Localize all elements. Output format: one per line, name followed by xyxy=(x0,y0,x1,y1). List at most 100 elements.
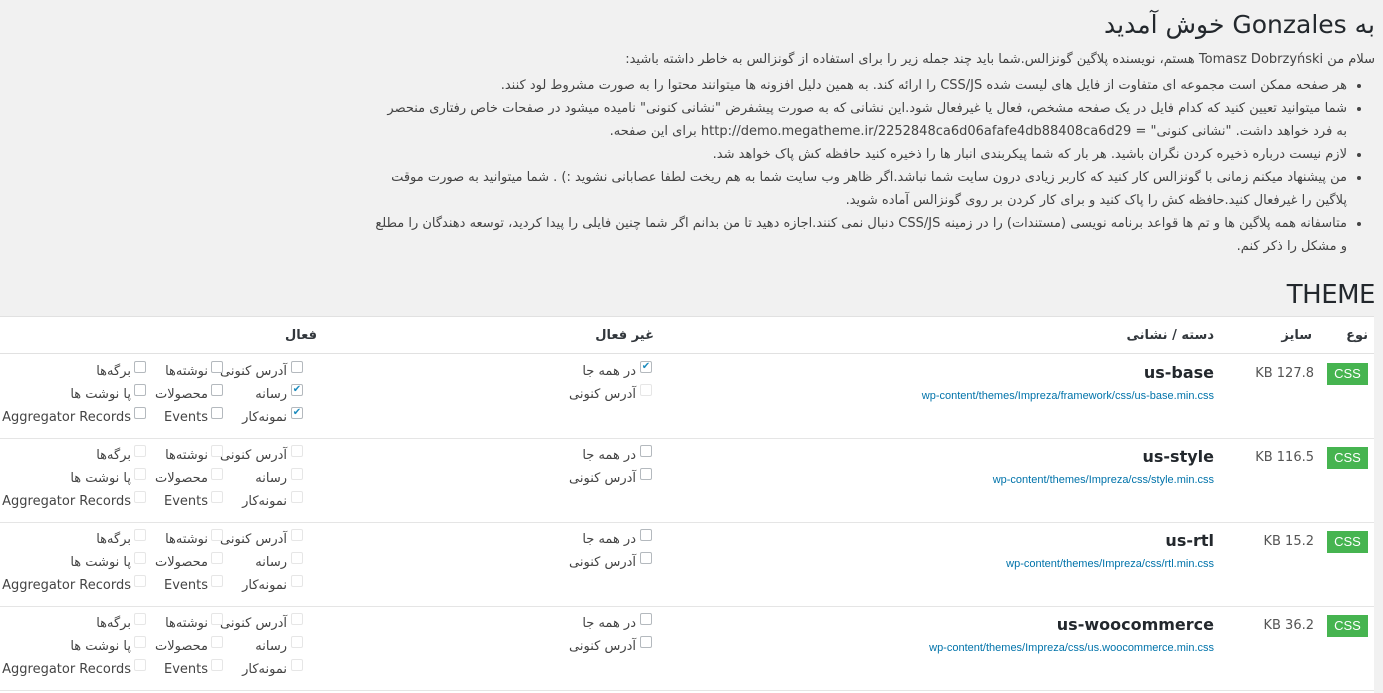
enable-checkbox[interactable] xyxy=(211,468,223,480)
asset-path-link[interactable]: wp-content/themes/Impreza/framework/css/… xyxy=(922,390,1214,402)
enable-option-label: برگه‌ها xyxy=(96,364,131,379)
disable-checkbox[interactable] xyxy=(640,468,652,480)
enable-option-label: رسانه xyxy=(255,471,287,486)
enable-option-label: Events xyxy=(163,410,208,425)
asset-handle: us-style xyxy=(1142,447,1215,466)
enable-option-label: Events xyxy=(163,494,208,509)
disable-checkbox[interactable] xyxy=(640,529,652,541)
table-row: CSS KB 15.2 us-rtl wp-content/themes/Imprez… xyxy=(0,522,1374,607)
intro-panel: به Gonzales خوش آمدید سلام من Tomasz Dob… xyxy=(375,0,1375,258)
enable-checkbox[interactable] xyxy=(211,659,223,671)
enable-option-label: پا نوشت ها xyxy=(70,387,131,402)
disable-option-label: آدرس کنونی xyxy=(569,387,636,402)
enable-checkbox[interactable] xyxy=(291,468,303,480)
disable-checkbox[interactable] xyxy=(640,552,652,564)
header-disabled: غیر فعال xyxy=(595,328,654,343)
enable-checkbox[interactable] xyxy=(134,407,146,419)
enable-option-label: نوشته‌ها xyxy=(165,448,208,463)
enable-option-label: محصولات xyxy=(155,555,208,570)
enable-checkbox[interactable] xyxy=(211,445,223,457)
disable-checkbox[interactable]: ✔ xyxy=(640,361,652,373)
table-row: CSS KB 36.2 us-woocommerce wp-content/theme… xyxy=(0,606,1374,691)
disable-option-label: در همه جا xyxy=(582,364,636,379)
enable-checkbox[interactable] xyxy=(291,636,303,648)
enable-checkbox[interactable] xyxy=(291,552,303,564)
enable-option-label: آدرس کنونی xyxy=(220,616,287,631)
enable-option-label: محصولات xyxy=(155,387,208,402)
enable-checkbox[interactable] xyxy=(211,407,223,419)
intro-bullet: هر صفحه ممکن است مجموعه ای متفاوت از فای… xyxy=(375,74,1347,97)
enable-checkbox[interactable] xyxy=(134,636,146,648)
asset-size: KB 36.2 xyxy=(1263,618,1314,633)
intro-bullet: شما میتوانید تعیین کنید که کدام فایل در … xyxy=(375,97,1347,143)
asset-path-link[interactable]: wp-content/themes/Impreza/css/us.woocomm… xyxy=(929,642,1214,654)
enable-checkbox[interactable] xyxy=(134,575,146,587)
intro-bullet: لازم نیست درباره ذخیره کردن نگران باشید.… xyxy=(375,143,1347,166)
enable-checkbox[interactable]: ✔ xyxy=(291,407,303,419)
enable-option-label: Events xyxy=(163,662,208,677)
enable-checkbox[interactable] xyxy=(291,491,303,503)
page-title: به Gonzales خوش آمدید xyxy=(1104,10,1375,39)
enable-checkbox[interactable] xyxy=(134,529,146,541)
disable-checkbox[interactable] xyxy=(640,636,652,648)
enable-option-label: پا نوشت ها xyxy=(70,471,131,486)
enable-option-label: آدرس کنونی xyxy=(220,448,287,463)
section-title: THEME xyxy=(1286,280,1376,310)
enable-checkbox[interactable] xyxy=(134,491,146,503)
enable-checkbox[interactable] xyxy=(134,468,146,480)
enable-checkbox[interactable] xyxy=(211,636,223,648)
enable-option-label: محصولات xyxy=(155,471,208,486)
enable-checkbox[interactable] xyxy=(291,445,303,457)
enable-checkbox[interactable] xyxy=(134,552,146,564)
enable-checkbox[interactable] xyxy=(211,552,223,564)
enable-checkbox[interactable] xyxy=(211,613,223,625)
enable-checkbox[interactable] xyxy=(134,361,146,373)
enable-checkbox[interactable] xyxy=(211,384,223,396)
table-row: CSS KB 127.8 us-base wp-content/themes/Impr… xyxy=(0,354,1374,439)
enable-option-label: Events xyxy=(163,578,208,593)
enable-option-label: Aggregator Records xyxy=(2,494,131,509)
enable-checkbox[interactable] xyxy=(291,361,303,373)
enable-checkbox[interactable] xyxy=(291,659,303,671)
disable-option-label: آدرس کنونی xyxy=(569,555,636,570)
enable-checkbox[interactable] xyxy=(211,575,223,587)
intro-bullet: من پیشنهاد میکنم زمانی با گونزالس کار کن… xyxy=(375,166,1347,212)
disable-checkbox[interactable] xyxy=(640,445,652,457)
enable-option-label: آدرس کنونی xyxy=(220,532,287,547)
enable-checkbox[interactable] xyxy=(134,659,146,671)
enable-checkbox[interactable]: ✔ xyxy=(291,384,303,396)
disable-option-label: آدرس کنونی xyxy=(569,639,636,654)
assets-table: نوع سایز دسته / نشانی غیر فعال فعال CSS K… xyxy=(0,316,1374,693)
enable-option-label: رسانه xyxy=(255,555,287,570)
enable-checkbox[interactable] xyxy=(291,613,303,625)
enable-checkbox[interactable] xyxy=(134,445,146,457)
enable-option-label: نمونه‌کار xyxy=(242,662,287,677)
enable-checkbox[interactable] xyxy=(134,613,146,625)
enable-option-label: Aggregator Records xyxy=(2,578,131,593)
enable-option-label: نوشته‌ها xyxy=(165,532,208,547)
asset-path-link[interactable]: wp-content/themes/Impreza/css/rtl.min.cs… xyxy=(1006,558,1214,570)
disable-checkbox[interactable] xyxy=(640,613,652,625)
disable-option-label: در همه جا xyxy=(582,616,636,631)
enable-checkbox[interactable] xyxy=(291,575,303,587)
enable-checkbox[interactable] xyxy=(211,491,223,503)
type-badge: CSS xyxy=(1327,363,1368,385)
enable-option-label: برگه‌ها xyxy=(96,532,131,547)
intro-bullets: هر صفحه ممکن است مجموعه ای متفاوت از فای… xyxy=(375,74,1375,258)
enable-checkbox[interactable] xyxy=(134,384,146,396)
asset-path-link[interactable]: wp-content/themes/Impreza/css/style.min.… xyxy=(993,474,1214,486)
type-badge: CSS xyxy=(1327,447,1368,469)
enable-checkbox[interactable] xyxy=(211,361,223,373)
enable-checkbox[interactable] xyxy=(291,529,303,541)
disable-option-label: در همه جا xyxy=(582,448,636,463)
enable-checkbox[interactable] xyxy=(211,529,223,541)
disable-option-label: آدرس کنونی xyxy=(569,471,636,486)
disable-checkbox[interactable] xyxy=(640,384,652,396)
enable-option-label: پا نوشت ها xyxy=(70,639,131,654)
header-handle: دسته / نشانی xyxy=(1126,328,1214,343)
header-size: سایز xyxy=(1281,328,1312,343)
enable-option-label: نمونه‌کار xyxy=(242,410,287,425)
disable-option-label: در همه جا xyxy=(582,532,636,547)
enable-option-label: نمونه‌کار xyxy=(242,494,287,509)
header-enabled: فعال xyxy=(284,328,317,343)
